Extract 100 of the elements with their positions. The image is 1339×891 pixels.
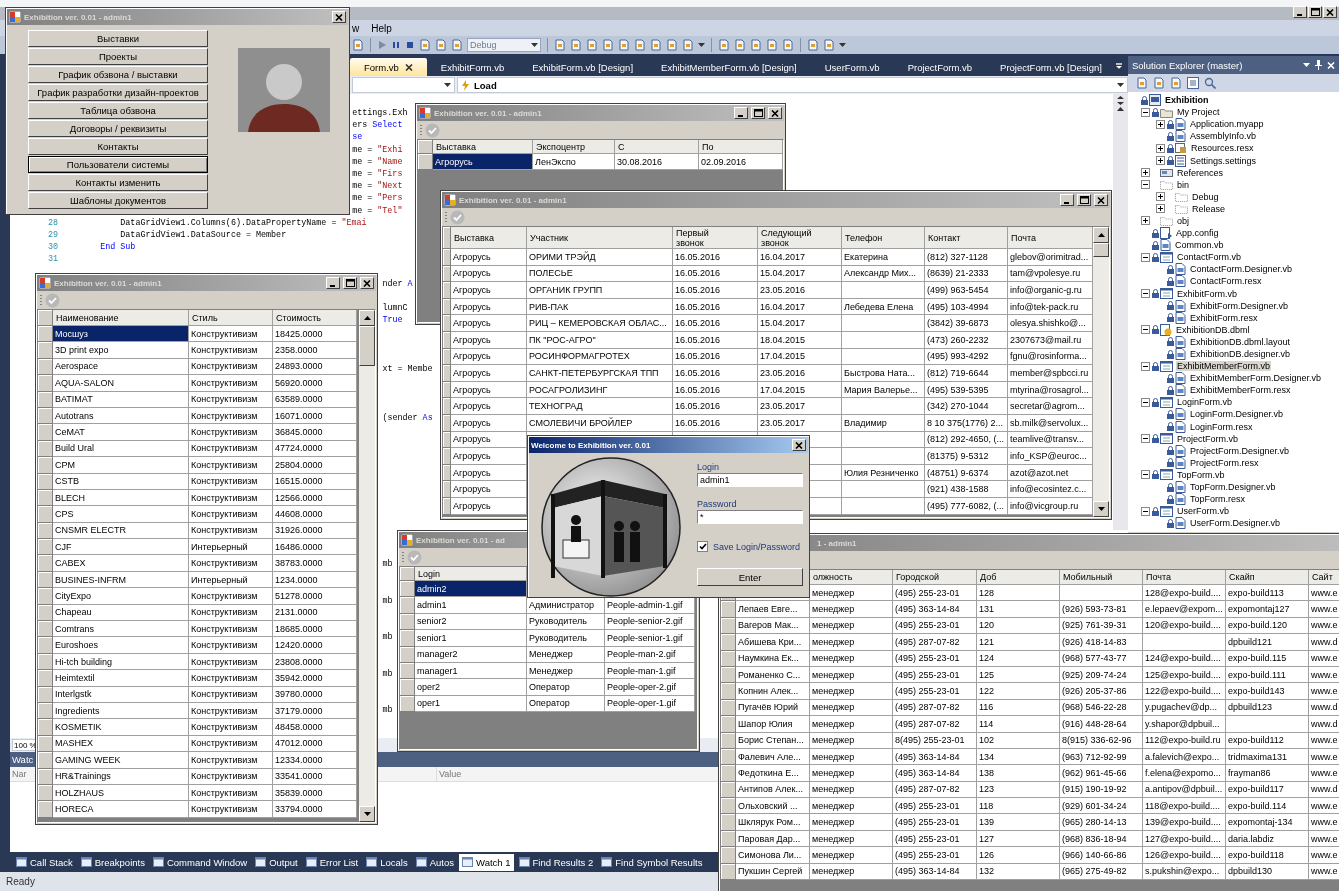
document-icon[interactable]: [1136, 77, 1148, 89]
menu-item[interactable]: w: [352, 22, 360, 34]
collapse-icon[interactable]: [1140, 180, 1150, 190]
menu-button[interactable]: Проекты: [28, 48, 208, 65]
collapse-icon[interactable]: [1140, 397, 1150, 407]
document-icon[interactable]: [750, 39, 762, 51]
expand-icon[interactable]: [1155, 156, 1165, 165]
collapse-icon[interactable]: [1140, 361, 1150, 371]
collapse-icon[interactable]: [1140, 470, 1150, 480]
document-icon[interactable]: [1153, 77, 1165, 89]
tree-item[interactable]: obj: [1176, 216, 1190, 226]
row-header[interactable]: [721, 798, 736, 815]
tree-item[interactable]: ProjectForm.resx: [1189, 457, 1260, 468]
row-header[interactable]: [38, 801, 53, 818]
tree-item[interactable]: bin: [1176, 179, 1190, 190]
checkbox[interactable]: [697, 541, 708, 552]
row-header[interactable]: [443, 414, 451, 432]
row-header[interactable]: [443, 398, 451, 415]
tree-item[interactable]: ExhibitForm.resx: [1189, 312, 1259, 323]
menu-button[interactable]: График разработки дизайн-проектов: [28, 84, 208, 101]
row-header[interactable]: [443, 381, 451, 399]
expand-icon[interactable]: [1155, 119, 1165, 129]
menu-button[interactable]: Таблица обзвона: [28, 102, 208, 119]
check-circle-icon[interactable]: [45, 292, 60, 308]
menu-button[interactable]: Пользователи системы: [28, 156, 208, 173]
row-header[interactable]: [721, 847, 736, 864]
tree-item[interactable]: ExhibitMemberForm.resx: [1189, 385, 1292, 396]
tree-item[interactable]: LoginForm.Designer.vb: [1189, 409, 1285, 420]
document-icon[interactable]: [602, 39, 614, 51]
close-button[interactable]: [1323, 6, 1337, 18]
tree-item[interactable]: ContactForm.Designer.vb: [1189, 264, 1294, 275]
tree-item[interactable]: ProjectForm.Designer.vb: [1189, 445, 1291, 456]
tree-item[interactable]: Debug: [1191, 191, 1220, 202]
editor-tab[interactable]: UserForm.vb: [810, 58, 894, 76]
row-header[interactable]: [38, 424, 53, 441]
collapse-icon[interactable]: [1140, 289, 1150, 299]
document-icon[interactable]: [682, 39, 694, 51]
scrollbar-thumb[interactable]: [359, 326, 375, 366]
tree-item[interactable]: Exhibition: [1164, 95, 1210, 106]
collapse-icon[interactable]: [1140, 325, 1150, 335]
panel-tab[interactable]: Breakpoints: [77, 853, 148, 871]
row-header[interactable]: [38, 342, 53, 359]
tree-item[interactable]: LoginForm.vb: [1176, 397, 1234, 408]
tree-item[interactable]: ContactForm.vb: [1176, 252, 1243, 263]
row-header[interactable]: [38, 637, 53, 654]
search-icon[interactable]: [1204, 77, 1216, 89]
minimize-button[interactable]: [326, 277, 340, 289]
minimize-button[interactable]: [1060, 194, 1074, 206]
stop-icon[interactable]: [405, 40, 415, 50]
row-header[interactable]: [443, 298, 451, 316]
tree-item[interactable]: ExhibitionDB.dbml.layout: [1189, 336, 1292, 347]
scrollbar-thumb[interactable]: [1093, 243, 1109, 257]
member-dropdown[interactable]: Load: [457, 77, 1128, 93]
row-header[interactable]: [38, 326, 53, 343]
editor-tab[interactable]: Form.vb: [350, 58, 427, 76]
tree-item[interactable]: TopForm.Designer.vb: [1189, 482, 1277, 493]
pause-icon[interactable]: [391, 40, 401, 50]
row-header[interactable]: [38, 539, 53, 556]
row-header[interactable]: [38, 375, 53, 392]
tree-item[interactable]: TopForm.resx: [1189, 494, 1246, 505]
scroll-down-button[interactable]: [359, 806, 375, 822]
row-header[interactable]: [443, 249, 451, 266]
collapse-icon[interactable]: [1140, 506, 1150, 516]
check-circle-icon[interactable]: [425, 122, 440, 138]
tree-item[interactable]: UserForm.Designer.vb: [1189, 518, 1282, 529]
row-header[interactable]: [38, 555, 53, 572]
menu-button[interactable]: Выставки: [28, 30, 208, 47]
row-header[interactable]: [38, 506, 53, 523]
maximize-button[interactable]: [751, 107, 765, 119]
document-icon[interactable]: [807, 39, 819, 51]
editor-tab[interactable]: ExhibitMemberForm.vb [Design]: [647, 58, 811, 76]
panel-tab[interactable]: Find Results 2: [515, 853, 597, 871]
tree-item[interactable]: ExhibitForm.Designer.vb: [1189, 300, 1290, 311]
menu-button[interactable]: Договоры / реквизиты: [28, 120, 208, 137]
collapse-icon[interactable]: [1140, 434, 1150, 444]
row-header[interactable]: [38, 719, 53, 736]
tree-item[interactable]: Release: [1191, 203, 1227, 214]
row-header[interactable]: [443, 464, 451, 482]
tree-item[interactable]: Settings.settings: [1189, 155, 1258, 166]
tab-list-icon[interactable]: [1115, 62, 1122, 70]
maximize-button[interactable]: [1077, 194, 1091, 206]
editor-tab[interactable]: ExhibitForm.vb: [426, 58, 519, 76]
row-header[interactable]: [400, 630, 415, 647]
close-button[interactable]: [792, 439, 806, 451]
expand-icon[interactable]: [1140, 168, 1150, 178]
document-icon[interactable]: [734, 39, 746, 51]
row-header[interactable]: [721, 765, 736, 782]
row-header[interactable]: [721, 683, 736, 700]
document-icon[interactable]: [766, 39, 778, 51]
tree-item[interactable]: ExhibitForm.vb: [1176, 288, 1239, 299]
row-header[interactable]: [443, 497, 451, 515]
row-header[interactable]: [721, 601, 736, 618]
panel-tab[interactable]: Find Symbol Results: [598, 853, 706, 871]
minimize-button[interactable]: [734, 107, 748, 119]
panel-tab[interactable]: Autos: [412, 853, 458, 871]
close-button[interactable]: [768, 107, 782, 119]
row-header[interactable]: [418, 154, 433, 170]
tree-item[interactable]: My Project: [1176, 107, 1221, 118]
row-header[interactable]: [443, 265, 451, 283]
document-icon[interactable]: [451, 39, 463, 51]
